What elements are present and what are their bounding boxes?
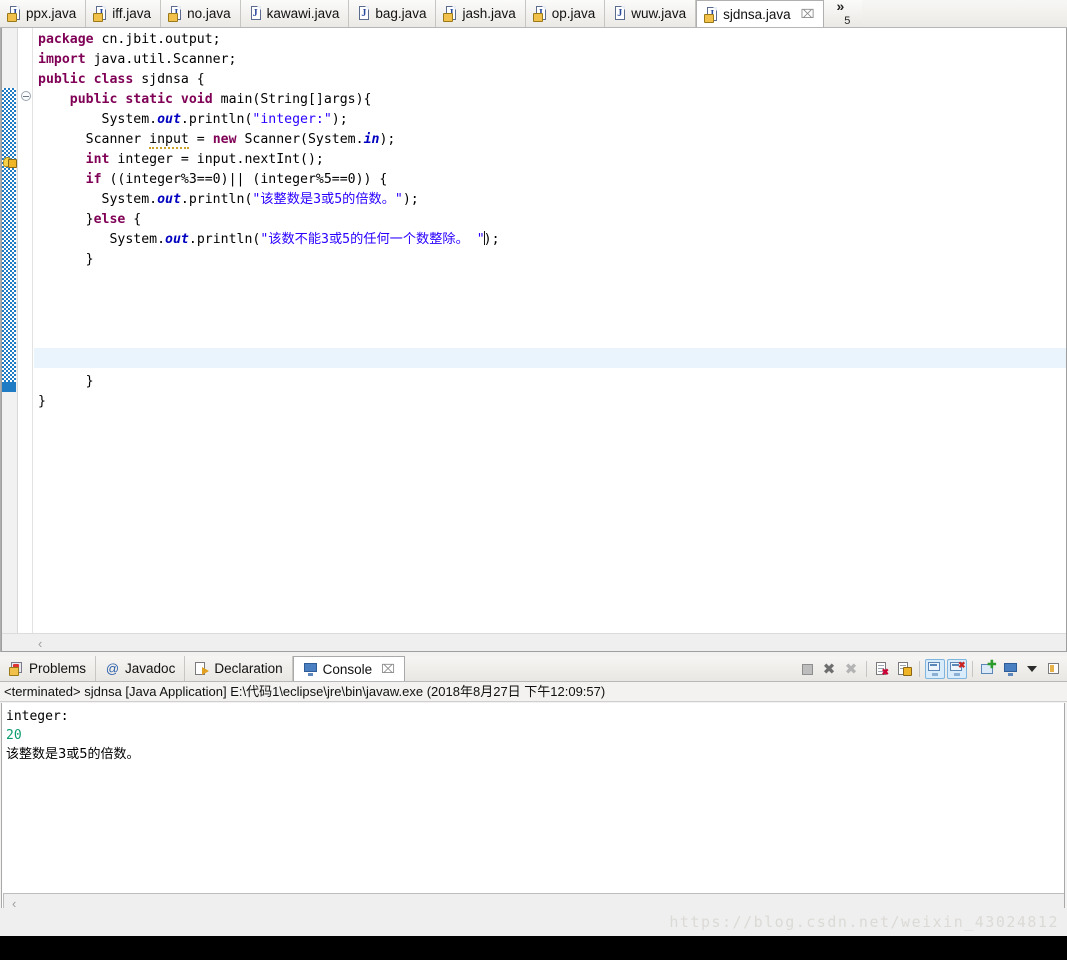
at-sign-icon: @: [105, 660, 120, 676]
editor-tab-kawawi[interactable]: Jkawawi.java: [240, 0, 350, 27]
fold-collapse-icon[interactable]: [21, 91, 31, 101]
annotation-marker-ruler[interactable]: [2, 28, 18, 652]
console-view-tab-label: Javadoc: [125, 661, 176, 676]
pin-console-button[interactable]: [1044, 659, 1064, 679]
java-file-icon: J: [613, 6, 626, 21]
stop-square-icon: [801, 663, 813, 675]
more-tabs-count: 5: [844, 15, 851, 27]
java-file-icon: J: [249, 6, 262, 21]
folding-ruler[interactable]: [19, 28, 33, 652]
warning-marker-icon[interactable]: [3, 156, 17, 168]
editor-tab-label: sjdnsa.java: [723, 6, 791, 22]
console-view-tab-declaration[interactable]: Declaration: [185, 656, 293, 681]
scroll-left-icon[interactable]: ‹: [38, 636, 42, 651]
remove-launch-button[interactable]: ✖: [819, 659, 839, 679]
java-file-warning-icon: J: [704, 6, 718, 23]
editor-tab-label: ppx.java: [26, 6, 77, 21]
editor-tab-sjdnsa[interactable]: Jsjdnsa.java ⌧: [696, 0, 825, 27]
editor-tab-label: kawawi.java: [266, 6, 340, 21]
editor-tab-ppx[interactable]: Jppx.java: [0, 0, 87, 27]
console-panel: Problems @ Javadoc Declaration Console ⌧ ✖ ✖ …: [0, 656, 1067, 936]
more-tabs-button[interactable]: » 5: [824, 0, 863, 27]
console-output-area[interactable]: integer: 20 该整数是3或5的倍数。 ‹: [1, 703, 1065, 914]
console-line-2: 20: [6, 728, 22, 743]
terminate-button[interactable]: [797, 659, 817, 679]
java-file-warning-icon: J: [532, 6, 547, 22]
toolbar-separator-3: [972, 661, 973, 677]
new-console-icon: ✚: [980, 660, 997, 676]
scroll-lock-icon: [897, 662, 912, 676]
console-output-text: integer: 20 该整数是3或5的倍数。: [2, 703, 1064, 764]
remove-all-terminated-button[interactable]: ✖: [841, 659, 861, 679]
console-view-tab-problems[interactable]: Problems: [0, 656, 97, 681]
java-file-warning-icon: J: [168, 6, 182, 22]
eclipse-window: Jppx.javaJiff.javaJno.javaJkawawi.javaJb…: [0, 0, 1067, 960]
display-selected-console-button[interactable]: [1000, 659, 1020, 679]
editor-tab-label: jash.java: [462, 6, 516, 21]
console-view-tab-console[interactable]: Console ⌧: [292, 656, 405, 681]
java-file-icon: J: [357, 6, 370, 21]
source-code-tail: } }: [38, 374, 94, 409]
source-code: package cn.jbit.output; import java.util…: [38, 32, 500, 267]
java-file-warning-icon: J: [93, 6, 107, 22]
editor-tab-op[interactable]: Jop.java: [525, 0, 606, 27]
x-multi-icon: ✖: [844, 660, 858, 678]
close-icon[interactable]: ⌧: [801, 8, 815, 20]
editor-tab-label: op.java: [551, 6, 596, 21]
watermark-bar: https://blog.csdn.net/weixin_43024812: [0, 908, 1067, 936]
java-file-warning-icon: J: [443, 6, 457, 22]
console-toolbar: ✖ ✖ ✖ ✖ ✚: [796, 656, 1067, 682]
show-console-on-output-button[interactable]: [925, 659, 945, 679]
current-line-highlight: [34, 348, 1067, 368]
scroll-lock-button[interactable]: [894, 659, 914, 679]
console-stdout-icon: [927, 662, 943, 676]
java-editor[interactable]: package cn.jbit.output; import java.util…: [0, 28, 1067, 652]
console-dropdown-button[interactable]: [1022, 659, 1042, 679]
editor-tab-label: bag.java: [375, 6, 427, 21]
console-view-tab-label: Problems: [29, 661, 87, 676]
pin-icon: [1047, 662, 1061, 676]
changed-lines-marker-solid: [2, 382, 16, 392]
editor-tab-iff[interactable]: Jiff.java: [86, 0, 162, 27]
editor-tab-no[interactable]: Jno.java: [161, 0, 241, 27]
console-view-tab-label: Declaration: [214, 661, 283, 676]
console-view-tab-label: Console: [322, 661, 373, 677]
open-console-button[interactable]: ✚: [978, 659, 998, 679]
console-monitor-icon: [303, 662, 318, 676]
java-file-warning-icon: J: [7, 6, 21, 22]
clear-page-icon: ✖: [875, 662, 889, 677]
declaration-icon: [194, 661, 210, 676]
changed-lines-marker: [2, 88, 16, 382]
console-line-1: integer:: [6, 709, 69, 724]
editor-tab-wuw[interactable]: Jwuw.java: [605, 0, 697, 27]
chevron-down-icon: [1027, 666, 1037, 672]
show-console-on-error-button[interactable]: ✖: [947, 659, 967, 679]
console-view-tab-javadoc[interactable]: @ Javadoc: [96, 656, 186, 681]
console-stderr-icon: ✖: [949, 661, 966, 676]
editor-tab-bag[interactable]: Jbag.java: [349, 0, 437, 27]
editor-tab-jash[interactable]: Jjash.java: [436, 0, 526, 27]
editor-tab-label: no.java: [187, 6, 231, 21]
close-icon[interactable]: ⌧: [381, 662, 395, 676]
console-launch-status: <terminated> sjdnsa [Java Application] E…: [0, 682, 1067, 702]
console-line-3: 该整数是3或5的倍数。: [6, 747, 140, 762]
bottom-black-bar: [0, 936, 1067, 960]
editor-tab-label: wuw.java: [631, 6, 687, 21]
toolbar-separator-1: [866, 661, 867, 677]
console-monitor-icon: [1003, 662, 1018, 676]
editor-tab-bar: Jppx.javaJiff.javaJno.javaJkawawi.javaJb…: [0, 0, 1067, 28]
editor-tab-label: iff.java: [112, 6, 152, 21]
problems-icon: [9, 661, 24, 676]
x-icon: ✖: [822, 660, 836, 678]
code-text-area[interactable]: package cn.jbit.output; import java.util…: [34, 28, 1067, 652]
clear-console-button[interactable]: ✖: [872, 659, 892, 679]
editor-horizontal-scrollbar[interactable]: ‹: [2, 633, 1066, 651]
toolbar-separator-2: [919, 661, 920, 677]
more-tabs-chevrons: »: [836, 0, 845, 14]
watermark-text: https://blog.csdn.net/weixin_43024812: [669, 913, 1059, 931]
